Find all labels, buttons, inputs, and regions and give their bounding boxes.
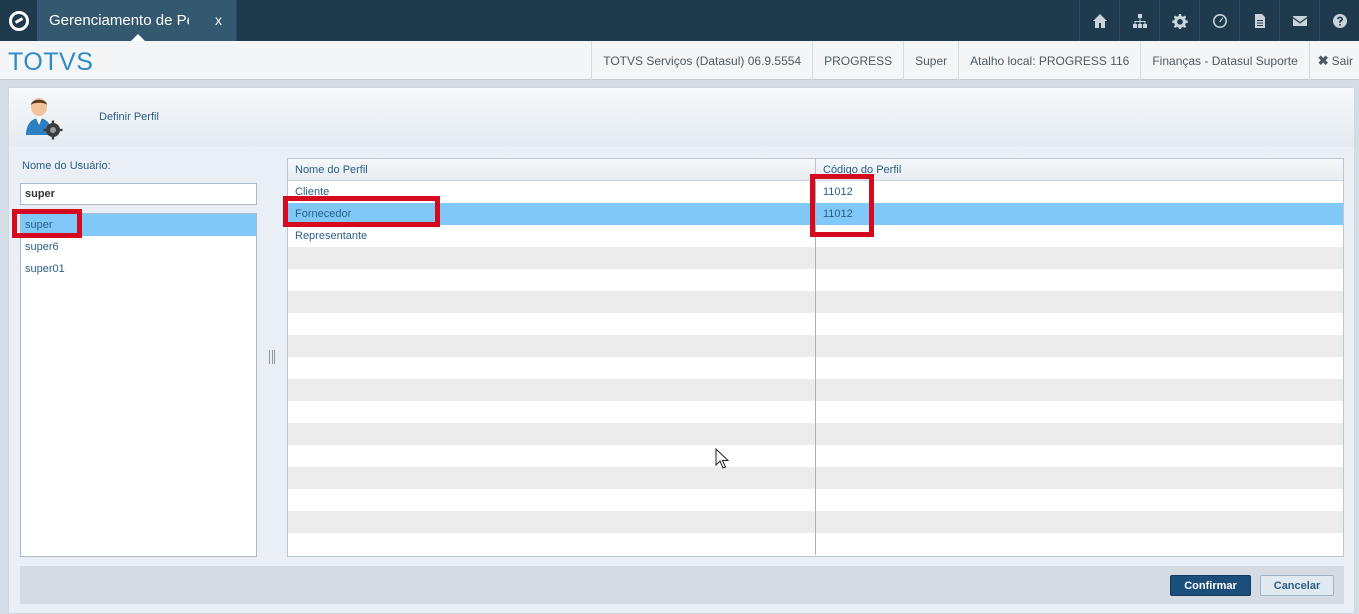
empty-cell	[816, 313, 1343, 335]
profile-code-cell	[816, 225, 1343, 247]
mail-icon[interactable]	[1279, 0, 1319, 41]
empty-cell	[816, 533, 1343, 555]
table-row-empty	[288, 423, 1343, 445]
empty-cell	[816, 269, 1343, 291]
table-row-empty	[288, 401, 1343, 423]
user-info[interactable]: Super	[903, 41, 958, 80]
company-info[interactable]: Finanças - Datasul Suporte	[1140, 41, 1308, 80]
list-item[interactable]: super6	[21, 236, 256, 258]
empty-cell	[288, 467, 816, 489]
grid-body: Cliente 11012 Fornecedor 11012 Represent…	[288, 181, 1343, 555]
table-row-empty	[288, 533, 1343, 555]
panel-title: Definir Perfil	[99, 111, 159, 123]
table-row[interactable]: Cliente 11012	[288, 181, 1343, 203]
empty-cell	[816, 445, 1343, 467]
empty-cell	[816, 247, 1343, 269]
empty-cell	[288, 401, 816, 423]
grid-header: Nome do Perfil Código do Perfil	[288, 159, 1343, 181]
exit-label: Sair	[1331, 53, 1353, 68]
empty-cell	[288, 269, 816, 291]
profile-name-cell: Cliente	[288, 181, 816, 203]
table-row-empty	[288, 467, 1343, 489]
profile-name-cell: Fornecedor	[288, 203, 816, 225]
table-row-empty	[288, 269, 1343, 291]
define-profile-panel: Definir Perfil Nome do Usuário: super su…	[8, 87, 1355, 614]
profile-code-cell: 11012	[823, 208, 853, 220]
mouse-cursor-icon	[715, 448, 729, 469]
table-row-empty	[288, 511, 1343, 533]
empty-cell	[288, 379, 816, 401]
table-row-empty	[288, 379, 1343, 401]
empty-cell	[816, 423, 1343, 445]
user-name-label: Nome do Usuário:	[22, 160, 111, 172]
database-info: PROGRESS	[812, 41, 903, 80]
empty-cell	[288, 247, 816, 269]
exit-button[interactable]: ✖ Sair	[1308, 41, 1359, 80]
help-icon[interactable]	[1319, 0, 1359, 41]
empty-cell	[288, 489, 816, 511]
dialog-footer: Confirmar Cancelar	[20, 566, 1344, 604]
empty-cell	[816, 335, 1343, 357]
close-icon: ✖	[1317, 52, 1329, 68]
table-row-empty	[288, 445, 1343, 467]
profile-grid[interactable]: Nome do Perfil Código do Perfil Cliente …	[287, 158, 1344, 557]
clock-icon[interactable]	[1199, 0, 1239, 41]
tab-close-icon[interactable]: x	[215, 12, 222, 28]
table-row-empty	[288, 335, 1343, 357]
empty-cell	[816, 379, 1343, 401]
table-row-empty	[288, 357, 1343, 379]
confirm-button[interactable]: Confirmar	[1170, 575, 1251, 596]
tab-active-indicator	[131, 34, 145, 41]
document-icon[interactable]	[1239, 0, 1279, 41]
logo-icon	[8, 10, 29, 31]
column-header-profile-code[interactable]: Código do Perfil	[816, 159, 1343, 180]
user-list[interactable]: super super6 super01	[20, 213, 257, 557]
gear-icon[interactable]	[1159, 0, 1199, 41]
empty-cell	[288, 313, 816, 335]
user-settings-icon	[26, 98, 63, 140]
empty-cell	[816, 489, 1343, 511]
empty-cell	[816, 291, 1343, 313]
empty-cell	[288, 335, 816, 357]
cancel-button[interactable]: Cancelar	[1260, 575, 1334, 596]
empty-cell	[288, 357, 816, 379]
empty-cell	[816, 357, 1343, 379]
empty-cell	[288, 423, 816, 445]
tab-gerenciamento-perfil[interactable]: Gerenciamento de Perfil x	[37, 0, 237, 41]
empty-cell	[288, 533, 816, 555]
session-info: TOTVS Serviços (Datasul) 06.9.5554 PROGR…	[591, 41, 1359, 80]
list-item[interactable]: super	[21, 214, 256, 236]
profile-name-cell: Representante	[288, 225, 816, 247]
totvs-logo[interactable]	[0, 0, 37, 41]
top-icon-bar	[1079, 0, 1359, 41]
column-header-profile-name[interactable]: Nome do Perfil	[288, 159, 816, 180]
table-row-empty	[288, 313, 1343, 335]
splitter-handle[interactable]	[269, 350, 275, 364]
table-row-empty	[288, 247, 1343, 269]
table-row[interactable]: Representante	[288, 225, 1343, 247]
sitemap-icon[interactable]	[1119, 0, 1159, 41]
empty-cell	[288, 445, 816, 467]
panel-header: Definir Perfil	[9, 88, 1354, 147]
empty-cell	[816, 401, 1343, 423]
empty-cell	[816, 511, 1343, 533]
app-bar: TOTVS TOTVS Serviços (Datasul) 06.9.5554…	[0, 41, 1359, 80]
list-item[interactable]: super01	[21, 258, 256, 280]
user-name-input[interactable]	[20, 183, 257, 205]
home-icon[interactable]	[1079, 0, 1119, 41]
shortcut-info: Atalho local: PROGRESS 116	[958, 41, 1140, 80]
brand-logo: TOTVS	[8, 48, 94, 76]
empty-cell	[288, 511, 816, 533]
empty-cell	[816, 467, 1343, 489]
table-row-empty	[288, 291, 1343, 313]
table-row[interactable]: Fornecedor 11012	[288, 203, 1343, 225]
tab-title: Gerenciamento de Perfil	[49, 12, 189, 29]
version-info: TOTVS Serviços (Datasul) 06.9.5554	[591, 41, 812, 80]
top-bar: Gerenciamento de Perfil x	[0, 0, 1359, 41]
empty-cell	[288, 291, 816, 313]
profile-code-cell: 11012	[823, 186, 853, 198]
table-row-empty	[288, 489, 1343, 511]
